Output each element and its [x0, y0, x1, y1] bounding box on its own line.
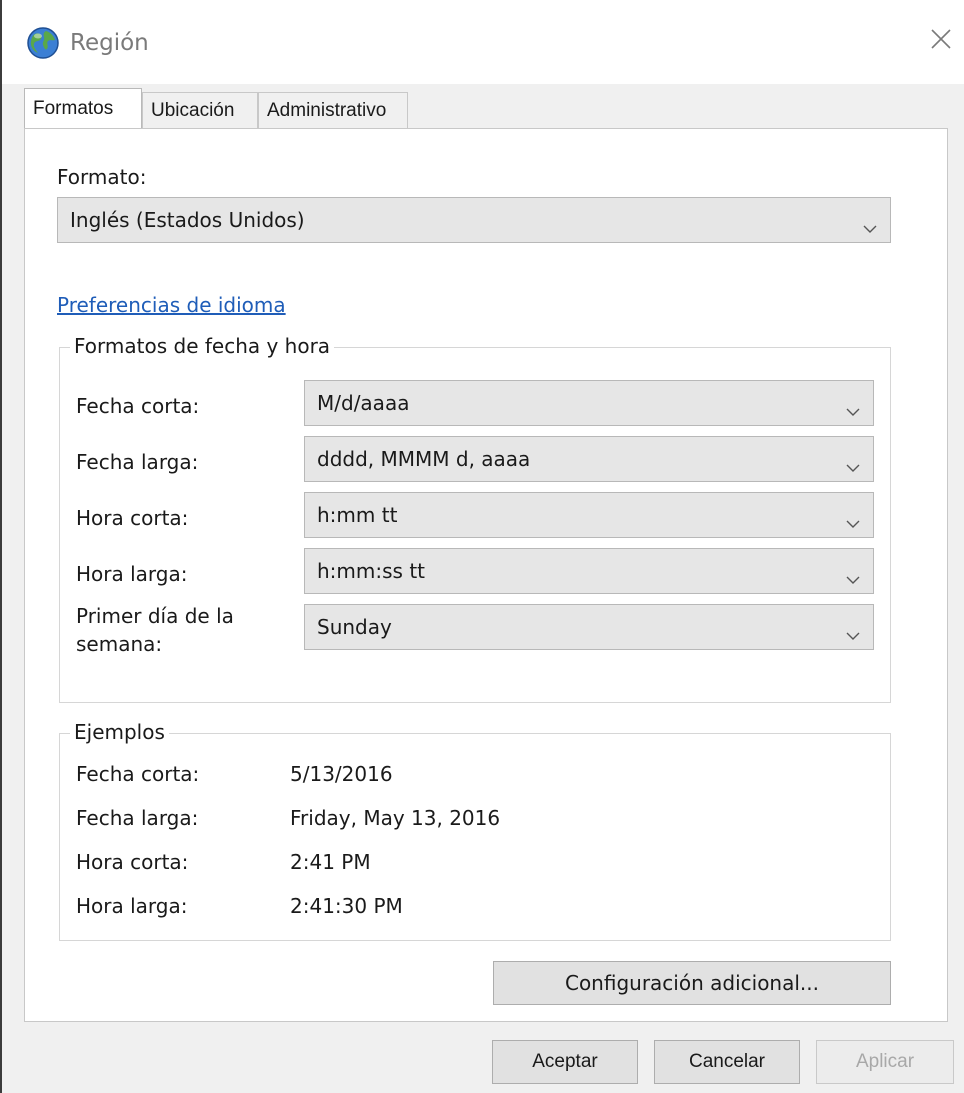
region-dialog: Región Formatos Ubicación Administrativo… — [0, 0, 964, 1093]
long-date-select[interactable]: dddd, MMMM d, aaaa — [304, 436, 874, 482]
additional-settings-button[interactable]: Configuración adicional... — [493, 961, 891, 1005]
short-time-select[interactable]: h:mm tt — [304, 492, 874, 538]
first-day-value: Sunday — [317, 615, 392, 639]
example-long-time-value: 2:41:30 PM — [290, 894, 403, 918]
chevron-down-icon — [845, 510, 861, 528]
short-date-label: Fecha corta: — [76, 394, 200, 418]
example-short-date-label: Fecha corta: — [76, 762, 200, 786]
close-icon — [930, 28, 952, 54]
chevron-down-icon — [845, 566, 861, 584]
example-long-time-label: Hora larga: — [76, 894, 188, 918]
example-short-time-label: Hora corta: — [76, 850, 189, 874]
first-day-label-line1: Primer día de la — [76, 604, 234, 628]
long-date-value: dddd, MMMM d, aaaa — [317, 447, 531, 471]
examples-title: Ejemplos — [70, 720, 169, 744]
example-long-date-value: Friday, May 13, 2016 — [290, 806, 501, 830]
short-time-label: Hora corta: — [76, 506, 189, 530]
language-preferences-link[interactable]: Preferencias de idioma — [57, 293, 286, 317]
close-button[interactable] — [918, 18, 964, 64]
chevron-down-icon — [845, 622, 861, 640]
formats-panel: Formato: Inglés (Estados Unidos) Prefere… — [24, 128, 948, 1022]
short-date-select[interactable]: M/d/aaaa — [304, 380, 874, 426]
date-time-formats-group: Formatos de fecha y hora Fecha corta: M/… — [59, 334, 891, 703]
title-bar: Región — [2, 0, 964, 84]
long-time-select[interactable]: h:mm:ss tt — [304, 548, 874, 594]
cancel-button[interactable]: Cancelar — [654, 1040, 800, 1084]
first-day-label-line2: semana: — [76, 632, 163, 656]
format-value: Inglés (Estados Unidos) — [70, 208, 305, 232]
tab-formatos[interactable]: Formatos — [24, 88, 142, 128]
ok-button[interactable]: Aceptar — [492, 1040, 638, 1084]
format-label: Formato: — [57, 165, 147, 189]
chevron-down-icon — [845, 398, 861, 416]
chevron-down-icon — [862, 215, 878, 233]
apply-button: Aplicar — [816, 1040, 954, 1084]
tab-ubicacion[interactable]: Ubicación — [142, 92, 258, 128]
long-time-label: Hora larga: — [76, 562, 188, 586]
globe-icon — [26, 26, 60, 60]
format-select[interactable]: Inglés (Estados Unidos) — [57, 197, 891, 243]
first-day-select[interactable]: Sunday — [304, 604, 874, 650]
tab-administrativo[interactable]: Administrativo — [258, 92, 408, 128]
short-date-value: M/d/aaaa — [317, 391, 410, 415]
chevron-down-icon — [845, 454, 861, 472]
date-time-formats-title: Formatos de fecha y hora — [70, 334, 335, 358]
example-short-date-value: 5/13/2016 — [290, 762, 393, 786]
example-long-date-label: Fecha larga: — [76, 806, 199, 830]
long-time-value: h:mm:ss tt — [317, 559, 425, 583]
short-time-value: h:mm tt — [317, 503, 398, 527]
example-short-time-value: 2:41 PM — [290, 850, 371, 874]
window-title: Región — [70, 30, 149, 56]
long-date-label: Fecha larga: — [76, 450, 199, 474]
examples-group: Ejemplos Fecha corta: 5/13/2016 Fecha la… — [59, 720, 891, 941]
